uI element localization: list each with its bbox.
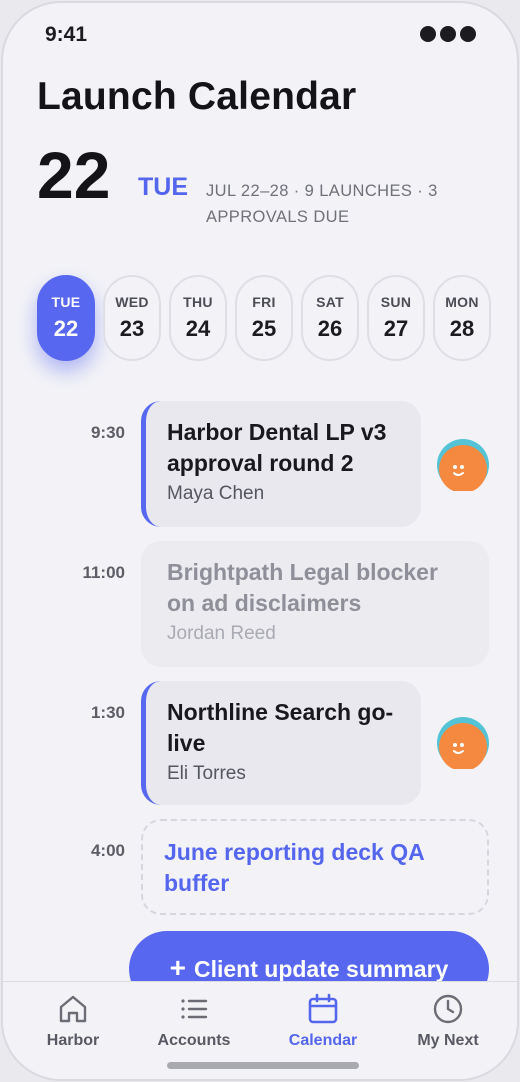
page-title: Launch Calendar [37,75,357,118]
tab-label: Harbor [46,1032,100,1049]
tab-calendar[interactable]: Calendar [263,992,383,1050]
event-card-northline[interactable]: Northline Search go-live Eli Torres [141,681,421,805]
tab-label: My Next [417,1032,479,1049]
home-indicator [167,1062,359,1069]
avatar-icon[interactable] [437,717,489,769]
date-pill-dow: SUN [380,294,412,310]
date-pill-tue[interactable]: TUE 22 [37,275,95,361]
status-dot [440,26,456,42]
calendar-icon [308,993,338,1024]
tab-bar: Harbor Accounts Calendar My Next [3,981,517,1079]
tab-my-next[interactable]: My Next [388,992,508,1050]
clock-icon [433,994,463,1024]
date-pill-sun[interactable]: SUN 27 [367,275,425,361]
event-time: 11:00 [82,563,125,582]
date-pill-fri[interactable]: FRI 25 [235,275,293,361]
date-pill-number: 26 [317,316,343,341]
phone-frame: 9:41 Launch Calendar 22 TUE JUL 22–28 · … [1,1,519,1081]
tab-label: Calendar [288,1032,358,1049]
event-title: Northline Search go-live [167,699,394,756]
date-strip: TUE 22 WED 23 THU 24 FRI 25 SAT 26 SUN 2… [37,275,491,361]
selected-day-number: 22 [37,138,111,212]
date-pill-dow: FRI [252,294,276,310]
event-time: 9:30 [90,423,125,442]
event-time: 1:30 [90,703,125,722]
date-pill-number: 27 [383,316,409,341]
event-time: 4:00 [90,841,125,860]
selected-day-name: TUE [138,173,188,201]
home-icon [59,995,87,1023]
tab-harbor[interactable]: Harbor [13,992,133,1050]
status-dot [460,26,476,42]
date-pill-dow: TUE [51,294,81,310]
week-summary: JUL 22–28 · 9 LAUNCHES · 3 APPROVALS DUE [206,182,438,226]
date-pill-dow: SAT [316,294,344,310]
date-pill-dow: MON [445,294,479,310]
date-pill-thu[interactable]: THU 24 [169,275,227,361]
status-dot [420,26,436,42]
date-pill-number: 23 [119,316,145,341]
event-title: Brightpath Legal blocker on ad disclaime… [167,559,438,616]
event-title: June reporting deck QA buffer [164,839,424,896]
status-indicators [420,26,476,42]
event-card-harbor-dental[interactable]: Harbor Dental LP v3 approval round 2 May… [141,401,421,527]
event-card-june-reporting[interactable]: June reporting deck QA buffer [141,819,489,915]
tab-label: Accounts [157,1032,231,1049]
date-pill-sat[interactable]: SAT 26 [301,275,359,361]
status-time: 9:41 [45,23,88,46]
date-pill-dow: WED [115,294,149,310]
event-owner: Jordan Reed [167,623,276,644]
date-pill-dow: THU [183,294,213,310]
date-pill-number: 22 [53,316,79,341]
plus-icon: + [169,952,186,983]
date-pill-number: 28 [449,316,475,341]
event-owner: Maya Chen [167,483,265,504]
date-pill-number: 25 [251,316,277,341]
event-title: Harbor Dental LP v3 approval round 2 [167,419,387,476]
date-pill-wed[interactable]: WED 23 [103,275,161,361]
tab-accounts[interactable]: Accounts [134,992,254,1050]
event-card-brightpath[interactable]: Brightpath Legal blocker on ad disclaime… [141,541,489,667]
date-pill-number: 24 [185,316,211,341]
fab-label: Client update summary [194,956,449,982]
event-owner: Eli Torres [167,763,246,784]
list-icon [181,999,208,1019]
avatar-icon[interactable] [437,439,489,491]
date-pill-mon[interactable]: MON 28 [433,275,491,361]
